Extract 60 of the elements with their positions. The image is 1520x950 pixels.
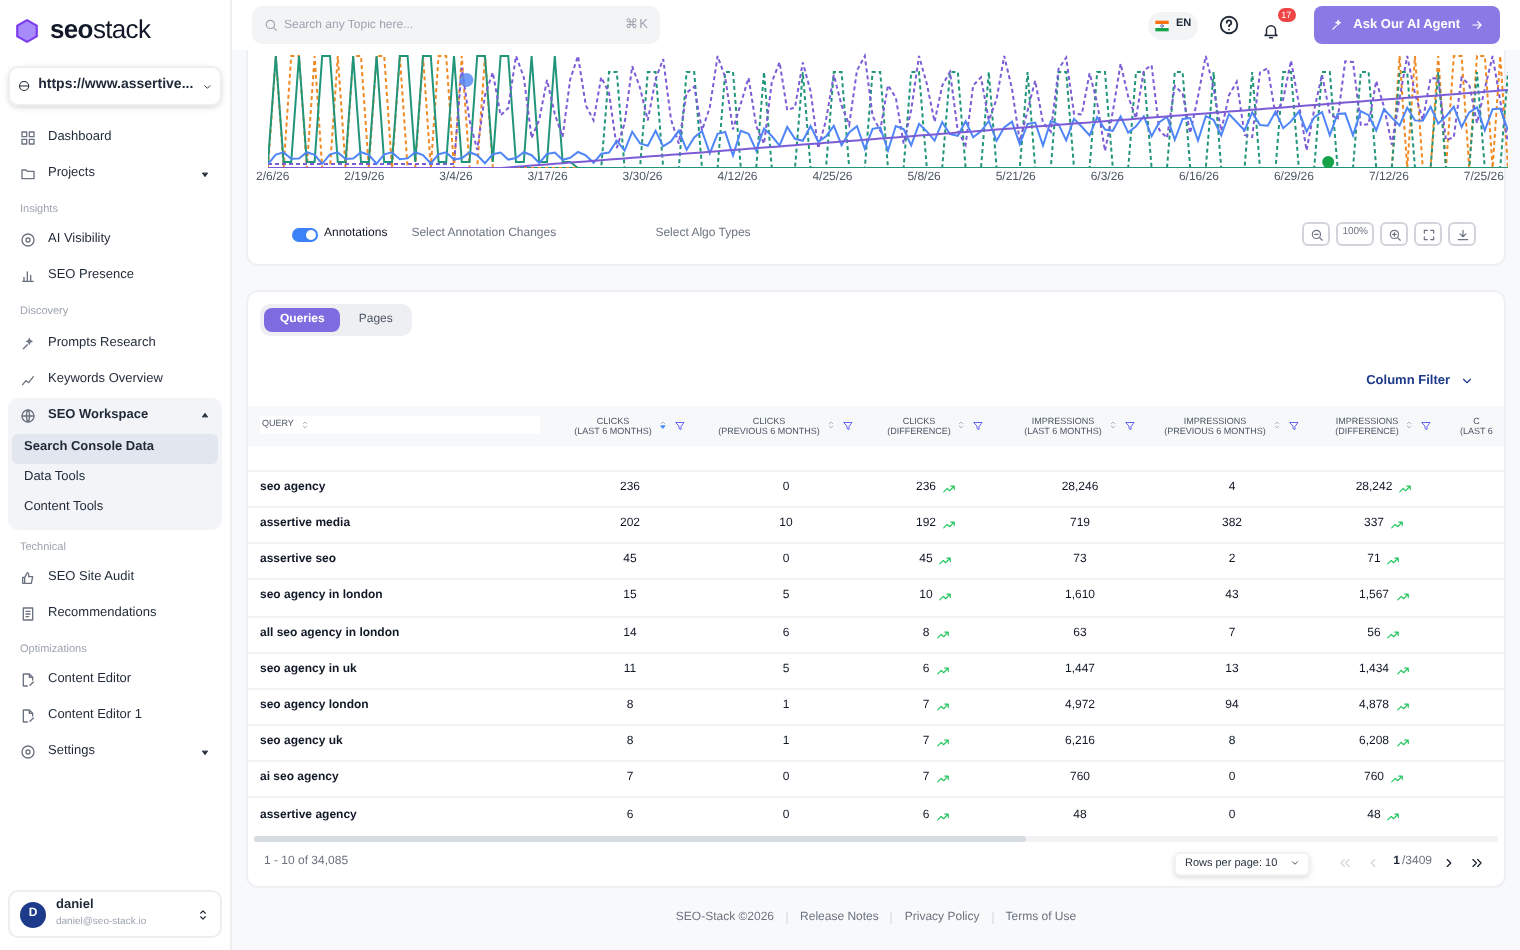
trend-up-icon [935, 699, 950, 714]
document-icon [20, 605, 36, 622]
eye-icon [20, 232, 36, 249]
sparkle-icon [20, 335, 36, 351]
help-button[interactable] [1217, 13, 1242, 37]
chart-point[interactable] [459, 73, 474, 87]
trend-up-icon [1395, 663, 1409, 678]
sparkle-icon [1329, 18, 1344, 32]
thumbs-up-icon [20, 569, 36, 586]
arrow-right-icon [1470, 18, 1484, 32]
trend-up-icon [935, 627, 950, 642]
trend-up-icon [942, 481, 956, 496]
chevron-up-down-icon [196, 907, 210, 921]
trend-up-icon [935, 809, 950, 824]
line-chart-icon [20, 371, 36, 387]
download-icon [1455, 227, 1469, 241]
question-circle-icon [1217, 14, 1240, 36]
logo-icon [14, 17, 40, 43]
document-edit-icon [20, 708, 36, 724]
expand-icon [1421, 227, 1435, 241]
bell-icon [1261, 21, 1280, 39]
chevron-down-icon [1460, 374, 1474, 389]
trend-up-icon [1390, 518, 1404, 533]
first-page-icon [1338, 856, 1353, 871]
last-page-icon [1469, 856, 1483, 871]
trend-up-icon [935, 663, 950, 678]
logo-text: seostack [50, 12, 151, 49]
chevron-down-icon [201, 79, 212, 93]
bar-chart-icon [20, 268, 36, 285]
trend-up-icon [942, 518, 956, 533]
zoom-out-icon [1309, 227, 1324, 241]
zoom-in-button[interactable] [1380, 222, 1408, 246]
previous-page-icon [1366, 856, 1381, 871]
search-icon [264, 18, 278, 32]
download-button[interactable] [1448, 222, 1476, 246]
folder-icon [20, 166, 36, 182]
chevron-down-icon [1289, 858, 1300, 869]
trend-up-icon [938, 590, 953, 605]
trend-up-icon [935, 772, 950, 787]
next-page-icon [1441, 856, 1455, 871]
trend-up-icon [1395, 590, 1409, 605]
annotations-toggle[interactable] [292, 227, 318, 241]
chart-point[interactable] [1322, 156, 1335, 168]
trend-up-icon [935, 736, 950, 751]
trend-up-icon [1386, 809, 1401, 824]
document-edit-icon [20, 672, 36, 688]
trend-up-icon [1398, 481, 1413, 496]
trend-up-icon [1395, 699, 1409, 714]
trend-up-icon [1386, 554, 1401, 569]
grid-icon [20, 130, 36, 146]
fullscreen-button[interactable] [1414, 222, 1442, 246]
trend-up-icon [1386, 627, 1401, 642]
horizontal-scrollbar[interactable] [254, 835, 1026, 842]
zoom-out-button[interactable] [1302, 222, 1331, 246]
zoom-in-icon [1387, 227, 1401, 241]
trend-up-icon [1395, 736, 1409, 751]
flag-icon [1154, 17, 1171, 33]
gear-icon [20, 744, 36, 760]
trend-up-icon [938, 554, 953, 569]
trend-up-icon [1390, 772, 1404, 787]
